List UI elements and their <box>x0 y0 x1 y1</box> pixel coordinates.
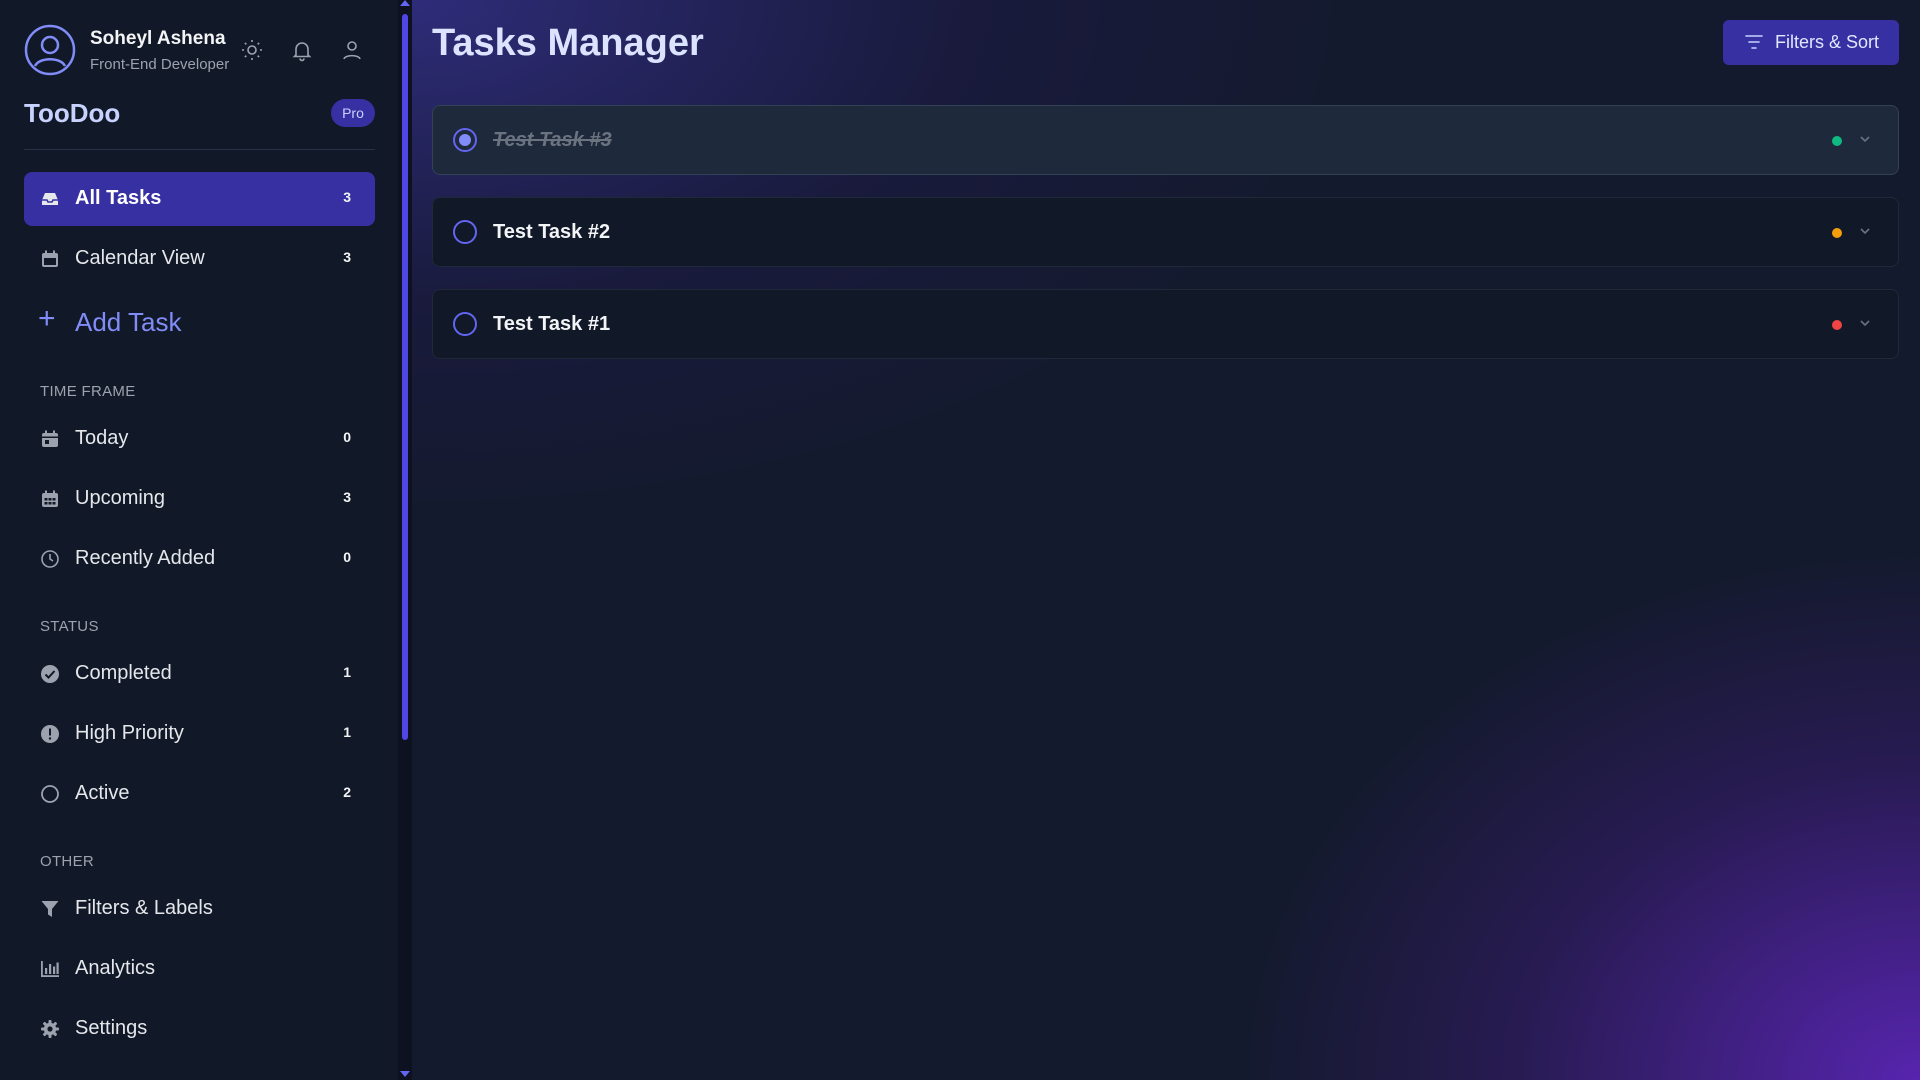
task-item[interactable]: Test Task #1 <box>432 289 1899 359</box>
divider <box>24 149 375 150</box>
plus-icon: + <box>38 302 56 335</box>
nav-item-high-priority[interactable]: High Priority 1 <box>24 707 375 761</box>
calendar-grid-icon <box>42 490 58 507</box>
nav-item-calendar-view[interactable]: Calendar View 3 <box>24 232 375 286</box>
task-name: Test Task #3 <box>493 129 612 151</box>
clock-icon <box>41 550 59 568</box>
scroll-down-arrow-icon[interactable] <box>400 1071 410 1077</box>
nav-count: 1 <box>343 664 351 680</box>
task-name: Test Task #2 <box>493 221 611 243</box>
nav-count: 3 <box>343 489 351 505</box>
nav-count: 2 <box>343 784 351 800</box>
nav-item-today[interactable]: Today 0 <box>24 412 375 466</box>
section-heading-status: STATUS <box>40 618 99 635</box>
add-task-button[interactable]: + Add Task <box>24 298 375 348</box>
gear-icon <box>41 1020 59 1038</box>
task-checkbox[interactable] <box>453 128 477 152</box>
nav-count: 1 <box>343 724 351 740</box>
task-item[interactable]: Test Task #2 <box>432 197 1899 267</box>
chevron-down-icon[interactable] <box>1858 132 1872 146</box>
task-checkbox[interactable] <box>453 312 477 336</box>
exclamation-circle-icon <box>41 725 59 743</box>
chevron-down-icon[interactable] <box>1858 224 1872 238</box>
pro-badge[interactable]: Pro <box>331 99 375 127</box>
nav-label: Completed <box>75 662 172 684</box>
user-profile[interactable]: Soheyl Ashena Front-End Developer <box>24 24 384 76</box>
bar-chart-icon <box>41 961 59 977</box>
nav-item-completed[interactable]: Completed 1 <box>24 647 375 701</box>
nav-count: 0 <box>343 429 351 445</box>
sidebar-scrollbar-thumb[interactable] <box>402 14 408 740</box>
check-circle-icon <box>41 665 59 683</box>
nav-item-recently-added[interactable]: Recently Added 0 <box>24 532 375 586</box>
user-name: Soheyl Ashena <box>90 28 226 49</box>
nav-label: Upcoming <box>75 487 166 509</box>
section-heading-other: OTHER <box>40 853 94 870</box>
filters-sort-label: Filters & Sort <box>1775 32 1880 52</box>
filter-lines-icon <box>1745 35 1763 49</box>
calendar-icon <box>42 250 58 267</box>
circle-icon <box>41 785 59 803</box>
priority-dot <box>1832 228 1842 238</box>
chevron-down-icon[interactable] <box>1858 316 1872 330</box>
section-heading-time-frame: TIME FRAME <box>40 383 136 400</box>
bell-icon[interactable] <box>290 38 314 62</box>
user-circle-icon <box>24 24 76 76</box>
nav-count: 3 <box>343 189 351 205</box>
add-task-label: Add Task <box>75 307 182 337</box>
main-content: Tasks Manager Filters & Sort Test Task #… <box>412 0 1920 1080</box>
nav-label: Calendar View <box>75 247 205 269</box>
nav-label: Settings <box>75 1017 148 1039</box>
nav-count: 0 <box>343 549 351 565</box>
nav-label: Active <box>75 782 130 804</box>
calendar-day-icon <box>42 430 58 447</box>
scroll-up-arrow-icon[interactable] <box>400 0 410 6</box>
filter-funnel-icon <box>41 901 59 917</box>
task-checkbox[interactable] <box>453 220 477 244</box>
priority-dot <box>1832 136 1842 146</box>
sun-icon[interactable] <box>240 38 264 62</box>
brand-name: TooDoo <box>24 98 121 128</box>
nav-label: Filters & Labels <box>75 897 213 919</box>
sidebar: Soheyl Ashena Front-End Developer TooDoo… <box>0 0 412 1080</box>
page-title: Tasks Manager <box>432 22 704 64</box>
inbox-icon <box>42 193 58 205</box>
user-role: Front-End Developer <box>90 56 230 73</box>
user-icon[interactable] <box>340 38 364 62</box>
priority-dot <box>1832 320 1842 330</box>
nav-label: High Priority <box>75 722 184 744</box>
filters-sort-button[interactable]: Filters & Sort <box>1723 20 1899 65</box>
nav-label: All Tasks <box>75 187 162 209</box>
nav-item-all-tasks[interactable]: All Tasks 3 <box>24 172 375 226</box>
nav-item-filters-labels[interactable]: Filters & Labels <box>24 882 375 936</box>
nav-item-active[interactable]: Active 2 <box>24 767 375 821</box>
nav-label: Today <box>75 427 129 449</box>
nav-label: Analytics <box>75 957 156 979</box>
nav-item-settings[interactable]: Settings <box>24 1002 375 1056</box>
task-name: Test Task #1 <box>493 313 611 335</box>
nav-item-analytics[interactable]: Analytics <box>24 942 375 996</box>
nav-count: 3 <box>343 249 351 265</box>
nav-item-upcoming[interactable]: Upcoming 3 <box>24 472 375 526</box>
nav-label: Recently Added <box>75 547 216 569</box>
task-item[interactable]: Test Task #3 <box>432 105 1899 175</box>
